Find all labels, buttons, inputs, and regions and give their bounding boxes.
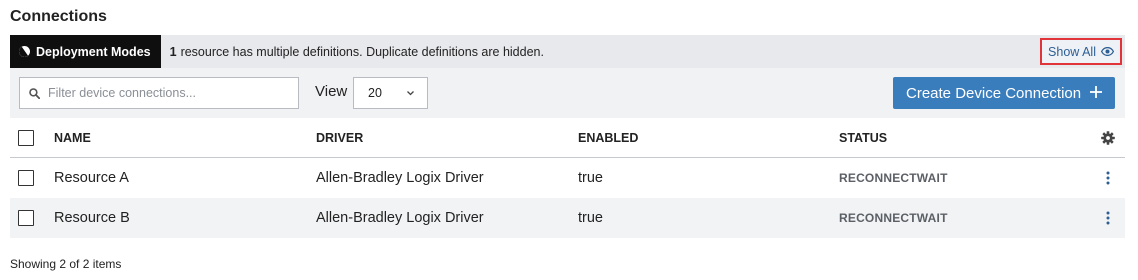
column-header-status[interactable]: STATUS [839, 118, 887, 158]
view-select[interactable]: 20 [353, 77, 428, 109]
show-all-button[interactable]: Show All [1040, 38, 1122, 65]
table-row[interactable]: Resource A Allen-Bradley Logix Driver tr… [10, 158, 1125, 198]
row-name[interactable]: Resource A [54, 158, 129, 198]
kebab-menu-icon [1106, 171, 1110, 185]
select-all-cell [18, 118, 34, 158]
search-box[interactable] [19, 77, 299, 109]
row-status: RECONNECTWAIT [839, 211, 948, 225]
eye-icon [1101, 47, 1114, 56]
connections-table: NAME DRIVER ENABLED STATUS Resource A Al… [10, 118, 1125, 238]
table-row[interactable]: Resource B Allen-Bradley Logix Driver tr… [10, 198, 1125, 238]
plus-icon [1090, 86, 1102, 98]
row-checkbox[interactable] [18, 210, 34, 226]
row-menu-button[interactable] [1104, 158, 1112, 198]
deployment-modes-label: Deployment Modes [36, 44, 151, 59]
row-enabled: true [578, 170, 603, 186]
create-button-label: Create Device Connection [906, 84, 1082, 102]
column-header-enabled[interactable]: ENABLED [578, 118, 638, 158]
row-driver: Allen-Bradley Logix Driver [316, 170, 484, 186]
duplicate-message-text: resource has multiple definitions. Dupli… [180, 44, 544, 59]
row-status: RECONNECTWAIT [839, 171, 948, 185]
gear-icon [1101, 131, 1115, 145]
deployment-mode-icon [19, 46, 30, 57]
row-select-cell [18, 158, 34, 198]
show-all-label: Show All [1048, 44, 1096, 59]
view-select-value: 20 [368, 86, 382, 100]
column-header-driver[interactable]: DRIVER [316, 118, 363, 158]
column-settings-button[interactable] [1101, 118, 1115, 158]
pagination-summary: Showing 2 of 2 items [10, 257, 122, 271]
page-title: Connections [10, 8, 107, 25]
table-header: NAME DRIVER ENABLED STATUS [10, 118, 1125, 158]
search-icon [29, 87, 40, 99]
duplicate-count: 1 [169, 44, 177, 59]
row-checkbox[interactable] [18, 170, 34, 186]
view-label: View [315, 83, 348, 100]
chevron-down-icon [407, 91, 414, 96]
row-select-cell [18, 198, 34, 238]
deployment-banner: Deployment Modes 1 resource has multiple… [10, 35, 1125, 68]
deployment-modes-chip: Deployment Modes [10, 35, 161, 68]
kebab-menu-icon [1106, 211, 1110, 225]
column-header-name[interactable]: NAME [54, 118, 91, 158]
create-device-connection-button[interactable]: Create Device Connection [893, 77, 1115, 109]
duplicate-definitions-message: 1 resource has multiple definitions. Dup… [170, 45, 544, 59]
select-all-checkbox[interactable] [18, 130, 34, 146]
table-toolbar: View 20 Create Device Connection [10, 68, 1125, 118]
row-menu-button[interactable] [1104, 198, 1112, 238]
row-name[interactable]: Resource B [54, 198, 130, 238]
row-enabled: true [578, 210, 603, 226]
search-input[interactable] [48, 86, 288, 100]
row-driver: Allen-Bradley Logix Driver [316, 210, 484, 226]
